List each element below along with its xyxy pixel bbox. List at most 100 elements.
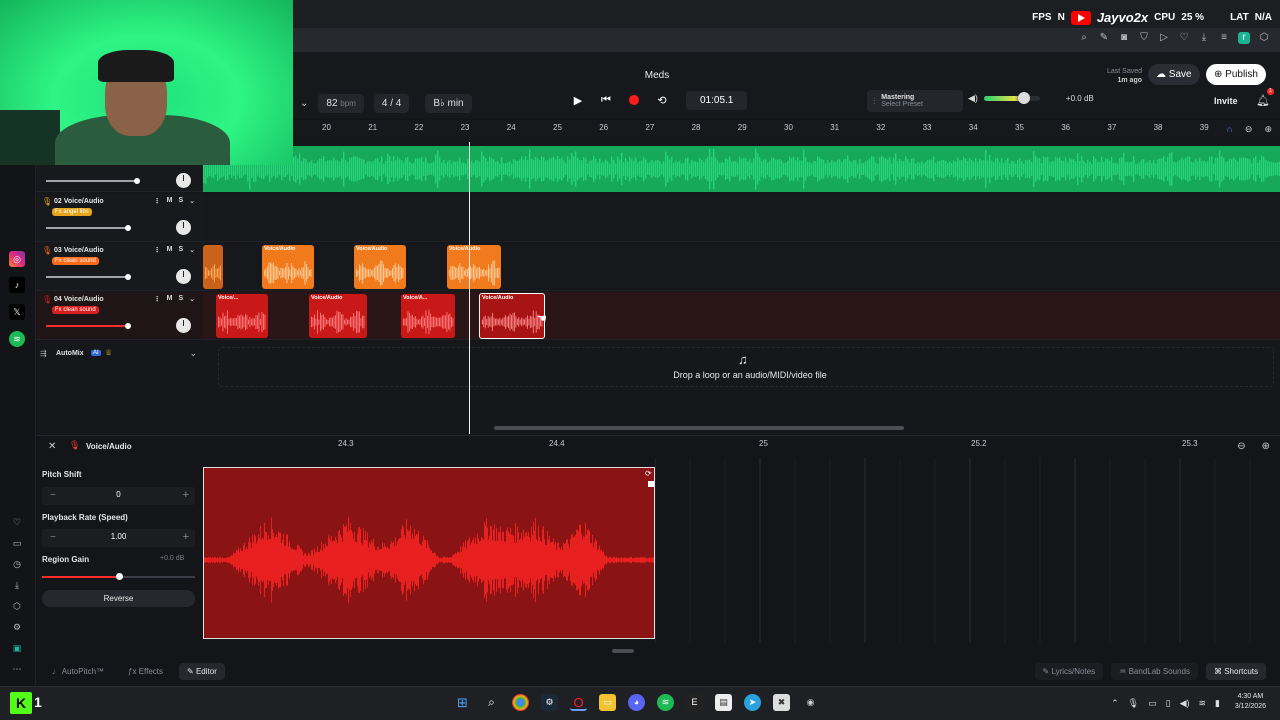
zoom-out-icon[interactable]: ⊖	[1237, 441, 1245, 452]
key-selector[interactable]: B♭ min	[425, 94, 472, 113]
telegram-icon[interactable]: ➤	[744, 694, 761, 711]
app-icon[interactable]: ▣	[9, 640, 25, 656]
capcut-icon[interactable]: ✖	[773, 694, 790, 711]
clock[interactable]: 4:30 AM 3/12/2026	[1235, 692, 1266, 712]
wifi-icon[interactable]: ≋	[1199, 698, 1207, 709]
reverse-button[interactable]: Reverse	[42, 590, 195, 607]
skip-back-icon[interactable]: ⏮	[596, 90, 616, 110]
chrome-icon[interactable]	[512, 694, 529, 711]
audio-region-selected[interactable]: Voice/Audio	[479, 293, 545, 339]
audio-region[interactable]: Voice/...	[216, 294, 268, 338]
chevron-down-icon[interactable]: ⌄	[189, 295, 195, 303]
search-icon[interactable]: ⌕	[483, 694, 500, 711]
spotify-icon[interactable]: ≋	[657, 694, 674, 711]
loop-handle-icon[interactable]: ⟳	[645, 469, 652, 478]
tab-bandlab-sounds[interactable]: ♒ BandLab Sounds	[1111, 663, 1198, 680]
gear-icon[interactable]: ⚙	[9, 619, 25, 635]
zoom-in-icon[interactable]: ⊕	[1262, 441, 1270, 452]
audio-region[interactable]: Voice/Audio	[447, 245, 501, 289]
bell-icon[interactable]: 🔔︎	[1256, 94, 1270, 107]
chevron-down-icon[interactable]: ⌄	[189, 348, 197, 359]
record-button[interactable]	[624, 90, 644, 110]
solo-button[interactable]: S	[178, 246, 183, 254]
keyboard-icon[interactable]: ▭	[1148, 698, 1157, 709]
tab-effects[interactable]: ƒx Effects	[120, 663, 171, 680]
audio-region[interactable]	[203, 245, 223, 289]
search-icon[interactable]: ⌕	[1078, 32, 1090, 44]
chevron-up-icon[interactable]: ⌃	[1111, 698, 1119, 709]
plus-icon[interactable]: +	[183, 489, 189, 501]
volume-knob[interactable]	[1017, 92, 1030, 104]
battery-icon[interactable]: ▮	[1215, 698, 1220, 709]
track-lane-01[interactable]	[203, 146, 1280, 192]
automix-row[interactable]: ⇶ AutoMix AI ♕ ⌄	[36, 345, 203, 365]
horizontal-scrollbar[interactable]	[494, 426, 904, 430]
audio-region[interactable]: Voice/Audio	[354, 245, 406, 289]
opera-icon[interactable]: O	[570, 694, 587, 711]
camera-icon[interactable]: ◙	[1118, 32, 1130, 44]
audio-region[interactable]: Voice/A...	[401, 294, 455, 338]
pan-knob[interactable]	[176, 269, 191, 284]
volume-slider[interactable]	[983, 92, 1040, 104]
speaker-icon[interactable]: ◀)	[968, 93, 978, 104]
track-header-04[interactable]: 🎙︎ 04 Voice/Audio Fx clean sound ⋮ M S ⌄	[36, 292, 203, 340]
pitch-shift-stepper[interactable]: − 0 +	[42, 487, 195, 505]
heart-icon[interactable]: ♡	[9, 514, 25, 530]
magnet-icon[interactable]: ∩	[1226, 124, 1232, 135]
audio-region[interactable]: Voice/Audio	[262, 245, 314, 289]
region-gain-knob[interactable]	[116, 573, 123, 580]
obs-icon[interactable]: ◉	[802, 694, 819, 711]
shield-icon[interactable]: ⛉	[1138, 32, 1150, 44]
publish-button[interactable]: ⊕ Publish	[1206, 64, 1266, 85]
invite-button[interactable]: Invite	[1206, 93, 1246, 109]
extension-icon[interactable]: r	[1238, 32, 1250, 44]
tab-autopitch[interactable]: ♩ AutoPitch™	[44, 663, 112, 680]
close-icon[interactable]: ✕	[48, 441, 56, 452]
tab-lyrics[interactable]: ✎ Lyrics/Notes	[1034, 663, 1104, 680]
zoom-out-icon[interactable]: ⊖	[1245, 124, 1253, 135]
track-lane-02[interactable]	[203, 194, 1280, 242]
resize-handle[interactable]	[648, 481, 654, 487]
solo-button[interactable]: S	[178, 295, 183, 303]
mastering-button[interactable]: ⫶ Mastering Select Preset	[867, 90, 963, 112]
time-signature[interactable]: 4 / 4	[373, 94, 410, 113]
more-icon[interactable]: ⋮	[154, 295, 161, 303]
spotify-icon[interactable]: ≋	[9, 331, 25, 347]
chevron-down-icon[interactable]: ⌄	[300, 98, 308, 109]
solo-button[interactable]: S	[178, 197, 183, 205]
track-header-03[interactable]: 🎙︎ 03 Voice/Audio Fx clean sound ⋮ M S ⌄	[36, 243, 203, 291]
track-volume-slider[interactable]	[46, 274, 131, 280]
bpm-field[interactable]: 82 bpm	[318, 94, 364, 113]
zoom-in-icon[interactable]: ⊕	[1264, 124, 1272, 135]
pan-knob[interactable]	[176, 220, 191, 235]
chevron-down-icon[interactable]: ⌄	[189, 246, 195, 254]
track-fx-badge[interactable]: Fx clean sound	[52, 306, 99, 314]
track-fx-badge[interactable]: Fx clean sound	[52, 257, 99, 265]
history-icon[interactable]: ◷	[9, 556, 25, 572]
editor-ruler[interactable]: 24.3 24.4 25 25.2 25.3	[203, 436, 1280, 454]
cube-icon[interactable]: ⬡	[9, 598, 25, 614]
more-icon[interactable]: ⋮	[154, 246, 161, 254]
tiktok-icon[interactable]: ♪	[9, 277, 25, 293]
audio-region[interactable]: Voice/Audio	[309, 294, 367, 338]
puzzle-icon[interactable]: ⬡	[1258, 32, 1270, 44]
pan-knob[interactable]	[176, 173, 191, 188]
play-icon[interactable]: ▷	[1158, 32, 1170, 44]
mute-button[interactable]: M	[167, 295, 173, 303]
loop-icon[interactable]: ⟲	[652, 90, 672, 110]
chat-icon[interactable]: ▭	[9, 535, 25, 551]
playhead[interactable]	[469, 142, 470, 434]
track-lane-03[interactable]: Voice/Audio Voice/Audio Voice/Audio	[203, 243, 1280, 291]
track-fx-badge[interactable]: Fx angel libs	[52, 208, 92, 216]
playback-rate-stepper[interactable]: − 1.00 +	[42, 529, 195, 547]
volume-icon[interactable]: ◀)	[1180, 698, 1190, 709]
mute-button[interactable]: M	[167, 246, 173, 254]
phone-icon[interactable]: ▯	[1166, 698, 1171, 709]
mute-button[interactable]: M	[167, 197, 173, 205]
tab-editor[interactable]: ✎ Editor	[179, 663, 225, 680]
edit-icon[interactable]: ✎	[1098, 32, 1110, 44]
windows-icon[interactable]: ⊞	[454, 694, 471, 711]
heart-icon[interactable]: ♡	[1178, 32, 1190, 44]
folder-icon[interactable]: ▭	[599, 694, 616, 711]
x-icon[interactable]: 𝕏	[9, 304, 25, 320]
